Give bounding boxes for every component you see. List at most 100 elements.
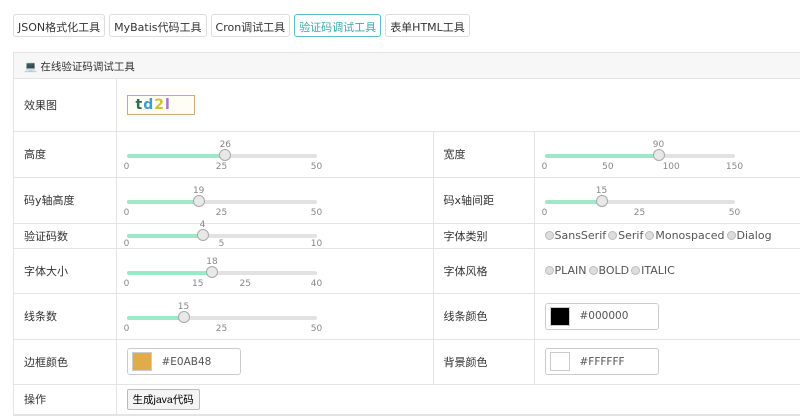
slider-handle[interactable] bbox=[219, 149, 232, 161]
slider-track[interactable] bbox=[544, 195, 735, 207]
slider-fill bbox=[544, 154, 659, 158]
width-slider[interactable]: 90 0 50 100 150 bbox=[541, 134, 745, 174]
bg-color-value: #FFFFFF bbox=[579, 355, 625, 368]
tab-form-html[interactable]: 表单HTML工具 bbox=[385, 14, 470, 37]
slider-handle[interactable] bbox=[177, 311, 190, 323]
tab-json[interactable]: JSON格式化工具 bbox=[13, 14, 106, 37]
slider-tick: 25 bbox=[215, 162, 228, 172]
slider-handle[interactable] bbox=[652, 149, 665, 161]
label-height: 高度 bbox=[14, 131, 117, 178]
border-color-swatch bbox=[131, 352, 152, 371]
radio-option[interactable]: PLAIN bbox=[544, 263, 587, 277]
border-color-value: #E0AB48 bbox=[161, 355, 212, 368]
radio-icon[interactable] bbox=[608, 230, 618, 240]
captcha-char: d bbox=[143, 96, 155, 113]
slider-fill bbox=[126, 200, 199, 204]
slider-tick: 40 bbox=[310, 278, 323, 289]
slider-fill bbox=[126, 270, 212, 275]
slider-handle[interactable] bbox=[595, 195, 608, 207]
bg-color-picker[interactable]: #FFFFFF bbox=[544, 348, 659, 375]
label-count: 验证码数 bbox=[14, 223, 117, 249]
tool-tabs: JSON格式化工具 MyBatis代码工具 Cron调试工具 验证码调试工具 表… bbox=[13, 14, 470, 37]
slider-value: 26 bbox=[219, 140, 232, 150]
radio-label: ITALIC bbox=[641, 263, 675, 277]
radio-option[interactable]: Dialog bbox=[726, 228, 772, 242]
slider-tick: 50 bbox=[310, 208, 323, 218]
tab-mybatis[interactable]: MyBatis代码工具 bbox=[109, 14, 207, 37]
slider-value: 15 bbox=[177, 302, 190, 312]
radio-icon[interactable] bbox=[544, 230, 554, 240]
radio-icon[interactable] bbox=[631, 265, 641, 275]
label-border-color: 边框颜色 bbox=[14, 339, 117, 385]
slider-track[interactable] bbox=[126, 149, 317, 161]
slider-value: 90 bbox=[652, 140, 665, 150]
radio-label: PLAIN bbox=[554, 263, 587, 277]
border-color-picker[interactable]: #E0AB48 bbox=[126, 348, 241, 375]
slider-fill bbox=[126, 234, 203, 238]
slider-tick: 0 bbox=[123, 324, 130, 334]
slider-fill bbox=[126, 154, 226, 158]
slider-tick: 0 bbox=[123, 162, 130, 172]
laptop-icon: 💻 bbox=[24, 61, 38, 73]
radio-option[interactable]: Monospaced bbox=[645, 228, 725, 242]
label-preview: 效果图 bbox=[14, 79, 117, 132]
radio-option[interactable]: BOLD bbox=[588, 263, 630, 277]
slider-track[interactable] bbox=[126, 229, 317, 241]
slider-handle[interactable] bbox=[196, 229, 209, 241]
label-x-spacing: 码x轴间距 bbox=[433, 177, 535, 224]
captcha-char: l bbox=[164, 96, 171, 113]
slider-tick: 0 bbox=[123, 278, 130, 289]
slider-track[interactable] bbox=[126, 311, 317, 323]
slider-tick: 100 bbox=[662, 162, 680, 172]
panel-header: 💻 在线验证码调试工具 bbox=[14, 53, 800, 79]
label-y-height: 码y轴高度 bbox=[14, 177, 117, 224]
slider-tick: 50 bbox=[728, 208, 741, 218]
captcha-panel: 💻 在线验证码调试工具 效果图 td2l 高度 26 0 25 50 宽度 90 0 50 10… bbox=[13, 52, 800, 416]
slider-handle[interactable] bbox=[206, 265, 218, 278]
radio-option[interactable]: SansSerif bbox=[544, 228, 607, 242]
radio-icon[interactable] bbox=[726, 230, 736, 240]
slider-tick: 10 bbox=[310, 239, 323, 249]
generate-java-button[interactable]: 生成java代码 bbox=[126, 388, 200, 410]
radio-label: Monospaced bbox=[655, 228, 725, 242]
radio-label: BOLD bbox=[598, 263, 630, 277]
radio-label: SansSerif bbox=[554, 228, 607, 242]
slider-track[interactable] bbox=[126, 195, 317, 207]
label-font-style: 字体风格 bbox=[433, 248, 535, 294]
radio-icon[interactable] bbox=[645, 230, 655, 240]
height-slider[interactable]: 26 0 25 50 bbox=[123, 134, 327, 174]
x-spacing-slider[interactable]: 15 0 25 50 bbox=[541, 180, 745, 220]
radio-icon[interactable] bbox=[544, 265, 554, 275]
slider-tick: 25 bbox=[215, 208, 228, 218]
y-height-slider[interactable]: 19 0 25 50 bbox=[123, 180, 327, 220]
label-font-size: 字体大小 bbox=[14, 248, 117, 294]
slider-tick: 0 bbox=[541, 208, 548, 218]
radio-label: Dialog bbox=[736, 228, 772, 242]
font-size-slider[interactable]: 18 0 15 25 40 bbox=[123, 251, 327, 291]
slider-fill bbox=[544, 200, 602, 204]
radio-icon[interactable] bbox=[588, 265, 598, 275]
label-width: 宽度 bbox=[433, 131, 535, 178]
slider-tick: 15 bbox=[192, 278, 204, 289]
slider-value: 19 bbox=[192, 186, 205, 196]
captcha-image[interactable]: td2l bbox=[126, 94, 195, 115]
label-font-type: 字体类别 bbox=[433, 223, 535, 249]
count-slider[interactable]: 4 0 5 10 bbox=[124, 218, 327, 249]
line-color-value: #000000 bbox=[579, 310, 629, 322]
slider-tick: 0 bbox=[541, 162, 548, 172]
slider-track[interactable] bbox=[126, 265, 317, 278]
label-action: 操作 bbox=[14, 384, 117, 415]
line-color-picker[interactable]: #000000 bbox=[544, 302, 659, 330]
slider-tick: 50 bbox=[310, 324, 323, 334]
slider-value: 4 bbox=[199, 220, 206, 230]
slider-track[interactable] bbox=[544, 149, 735, 161]
radio-option[interactable]: ITALIC bbox=[631, 264, 675, 277]
tab-cron[interactable]: Cron调试工具 bbox=[210, 14, 291, 37]
slider-tick: 25 bbox=[239, 278, 251, 289]
slider-tick: 0 bbox=[123, 208, 130, 218]
lines-slider[interactable]: 15 0 25 50 bbox=[123, 296, 327, 336]
slider-value: 18 bbox=[206, 256, 218, 267]
radio-option[interactable]: Serif bbox=[608, 229, 643, 242]
slider-handle[interactable] bbox=[192, 195, 205, 207]
tab-captcha[interactable]: 验证码调试工具 bbox=[294, 14, 382, 37]
